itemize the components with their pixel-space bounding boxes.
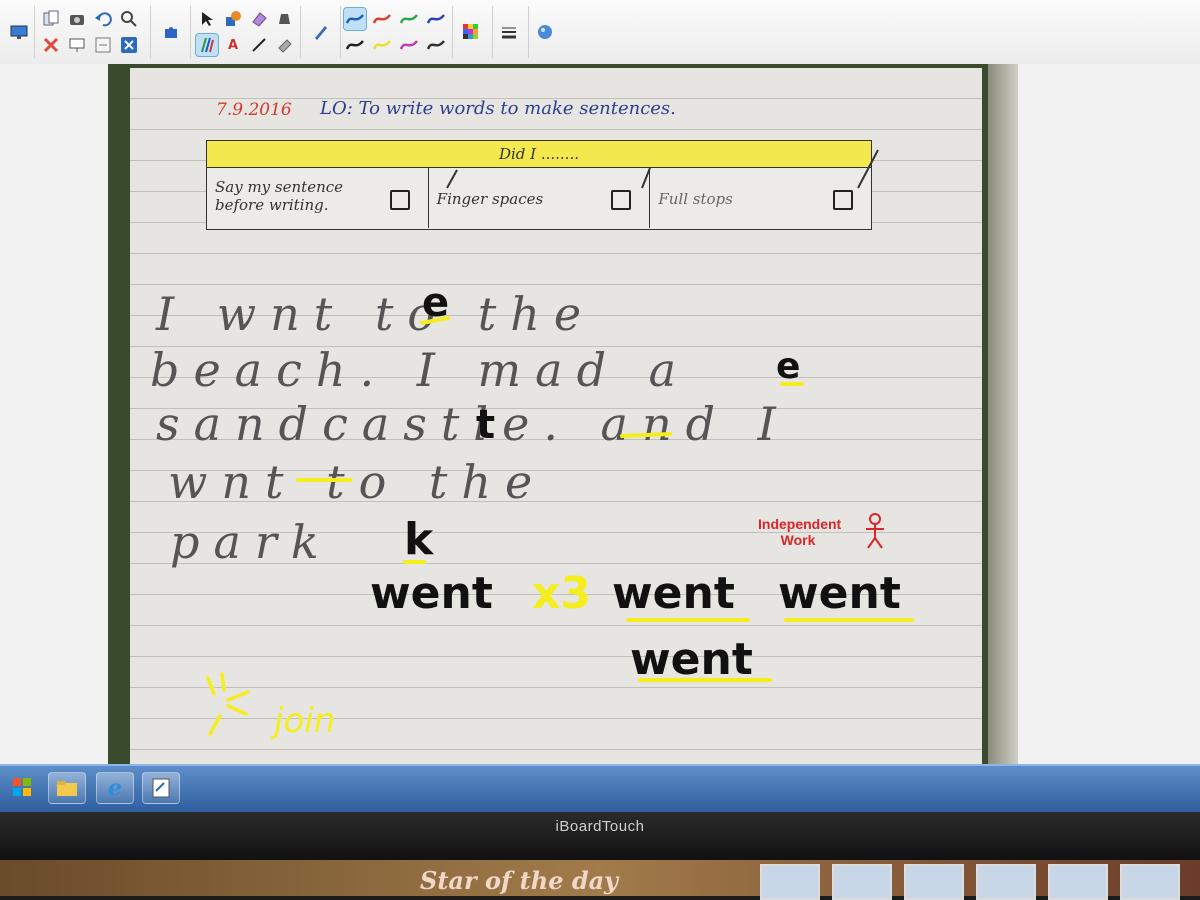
handwriting-line: park — [170, 515, 333, 569]
pen-color-swatch[interactable] — [398, 8, 420, 30]
toolbar-group-tools: A — [194, 6, 301, 58]
worksheet-photo[interactable]: 7.9.2016 LO: To write words to make sent… — [108, 64, 1018, 764]
toolbar-group-help — [528, 6, 562, 58]
handwriting-line: wnt to the — [168, 455, 546, 509]
eraser-icon[interactable] — [248, 8, 270, 30]
help-icon[interactable] — [534, 21, 556, 43]
wall-banner: Star of the day — [420, 866, 619, 895]
sparkle-icon — [206, 672, 250, 736]
delete-icon[interactable] — [40, 34, 62, 56]
toolbar-group-page — [38, 6, 151, 58]
practice-word: went — [630, 634, 753, 685]
correction-letter: t — [476, 402, 495, 448]
shapes-icon[interactable] — [222, 8, 244, 30]
lined-paper: 7.9.2016 LO: To write words to make sent… — [130, 68, 982, 764]
pen-color-swatch[interactable] — [371, 34, 393, 56]
handwriting-line: I wnt to the — [155, 287, 595, 341]
camera-icon[interactable] — [66, 8, 88, 30]
pen-color-swatch[interactable] — [371, 8, 393, 30]
highlighter-icon[interactable] — [274, 34, 296, 56]
select-icon[interactable] — [196, 8, 218, 30]
stick-figure-icon — [866, 513, 884, 549]
whiteboard-canvas[interactable]: 7.9.2016 LO: To write words to make sent… — [0, 64, 1200, 764]
display-icon[interactable] — [8, 21, 30, 43]
toolbar-group-pen-colors — [340, 6, 453, 58]
photo-edge — [988, 64, 1018, 764]
pen-icon[interactable] — [195, 33, 219, 57]
pen-color-swatch[interactable] — [425, 8, 447, 30]
tick-mark — [857, 149, 879, 189]
toolbar-group-display — [4, 6, 35, 58]
wall-photo — [832, 864, 892, 900]
notes-icon[interactable] — [142, 772, 180, 804]
text-icon[interactable]: A — [222, 34, 244, 56]
pen-color-swatch[interactable] — [344, 34, 366, 56]
screen-icon[interactable] — [66, 34, 88, 56]
toolbar-group-linestyle — [492, 6, 529, 58]
color-palette-icon[interactable] — [460, 21, 482, 43]
join-tip: join — [270, 701, 335, 741]
practice-word: went — [778, 568, 901, 619]
fill-icon[interactable] — [274, 8, 296, 30]
toolbar-group-palette — [452, 6, 493, 58]
handwriting-layer: I wnt to the beach. I mad a sandcastle. … — [150, 149, 914, 741]
handwriting-line: beach. I mad a — [150, 343, 690, 397]
whiteboard-toolbar: A — [0, 0, 1200, 65]
undo-icon[interactable] — [92, 8, 114, 30]
line-icon[interactable] — [248, 34, 270, 56]
pen-color-swatch[interactable] — [398, 34, 420, 56]
close-icon[interactable] — [118, 34, 140, 56]
internet-explorer-icon[interactable]: e — [96, 772, 134, 804]
practice-word: went — [612, 568, 735, 619]
monitor-brand: iBoardTouch — [555, 818, 645, 835]
windows-taskbar: e — [0, 764, 1200, 814]
toolbar-group-pen — [304, 6, 341, 58]
windows-start-icon[interactable] — [4, 772, 40, 802]
wall-photo — [1120, 864, 1180, 900]
redo-icon[interactable] — [92, 34, 114, 56]
handwriting-line: sandcastle. and I — [156, 397, 790, 451]
page-sorter-icon[interactable] — [40, 8, 62, 30]
pen-color-swatch[interactable] — [343, 7, 367, 31]
toolbar-group-addons — [154, 6, 191, 58]
practice-multiplier: x3 — [532, 568, 591, 619]
pen-color-swatch[interactable] — [425, 34, 447, 56]
puzzle-icon[interactable] — [160, 21, 182, 43]
practice-word: went — [370, 568, 493, 619]
file-explorer-icon[interactable] — [48, 772, 86, 804]
wall-photo — [1048, 864, 1108, 900]
pen-settings-icon[interactable] — [310, 21, 332, 43]
wall-photo — [904, 864, 964, 900]
line-style-icon[interactable] — [498, 21, 520, 43]
independent-work-stamp: Independent Work — [758, 516, 842, 548]
tick-mark — [446, 169, 458, 189]
tick-mark — [641, 167, 651, 189]
correction-letter: k — [404, 514, 435, 565]
correction-letter: e — [776, 346, 800, 387]
wall-photo — [760, 864, 820, 900]
highlight-mark — [620, 432, 672, 438]
wall-photo — [976, 864, 1036, 900]
zoom-icon[interactable] — [118, 8, 140, 30]
